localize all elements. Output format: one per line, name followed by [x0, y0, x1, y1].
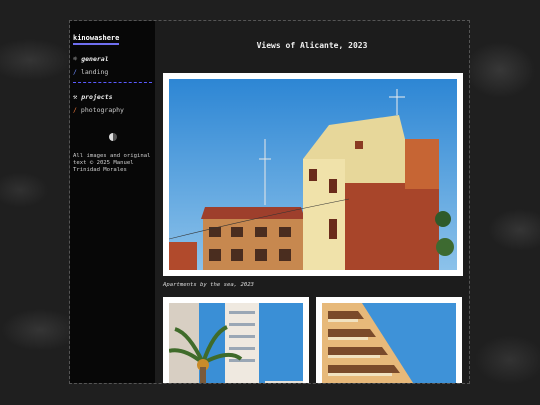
sidebar: kinowashere ☼ general / landing ⚒ projec… [70, 21, 155, 383]
sun-icon: ☼ [73, 55, 78, 63]
photo-palm-tower[interactable] [163, 297, 309, 383]
section-general-label: general [81, 55, 109, 63]
sidebar-divider [73, 82, 152, 83]
nav-item-landing-label: landing [80, 68, 109, 76]
section-general: ☼ general [73, 55, 152, 63]
tools-icon: ⚒ [73, 93, 78, 101]
page-frame: kinowashere ☼ general / landing ⚒ projec… [69, 20, 470, 384]
balcony-building-photo [322, 303, 456, 383]
photo-row [163, 297, 462, 383]
photo-balcony-building[interactable] [316, 297, 462, 383]
nav-item-photography[interactable]: / photography [73, 106, 152, 114]
photo-apartments-by-the-sea[interactable] [163, 73, 463, 276]
slash-icon: / [73, 68, 77, 76]
section-projects-label: projects [81, 93, 113, 101]
apartments-photo [169, 79, 457, 270]
nav-item-photography-label: photography [80, 106, 124, 114]
site-brand-link[interactable]: kinowashere [73, 34, 120, 45]
half-moon-icon [108, 133, 117, 141]
main-content: Views of Alicante, 2023 Apartments by th… [155, 21, 469, 383]
section-projects: ⚒ projects [73, 93, 152, 101]
copyright-text: All images and original text © 2025 Manu… [73, 153, 151, 173]
slash-icon: / [73, 106, 77, 114]
photo-caption: Apartments by the sea, 2023 [163, 282, 254, 288]
nav-item-landing[interactable]: / landing [73, 68, 152, 76]
theme-toggle[interactable] [73, 126, 152, 145]
palm-tower-photo [169, 303, 303, 383]
page-title: Views of Alicante, 2023 [256, 41, 368, 50]
